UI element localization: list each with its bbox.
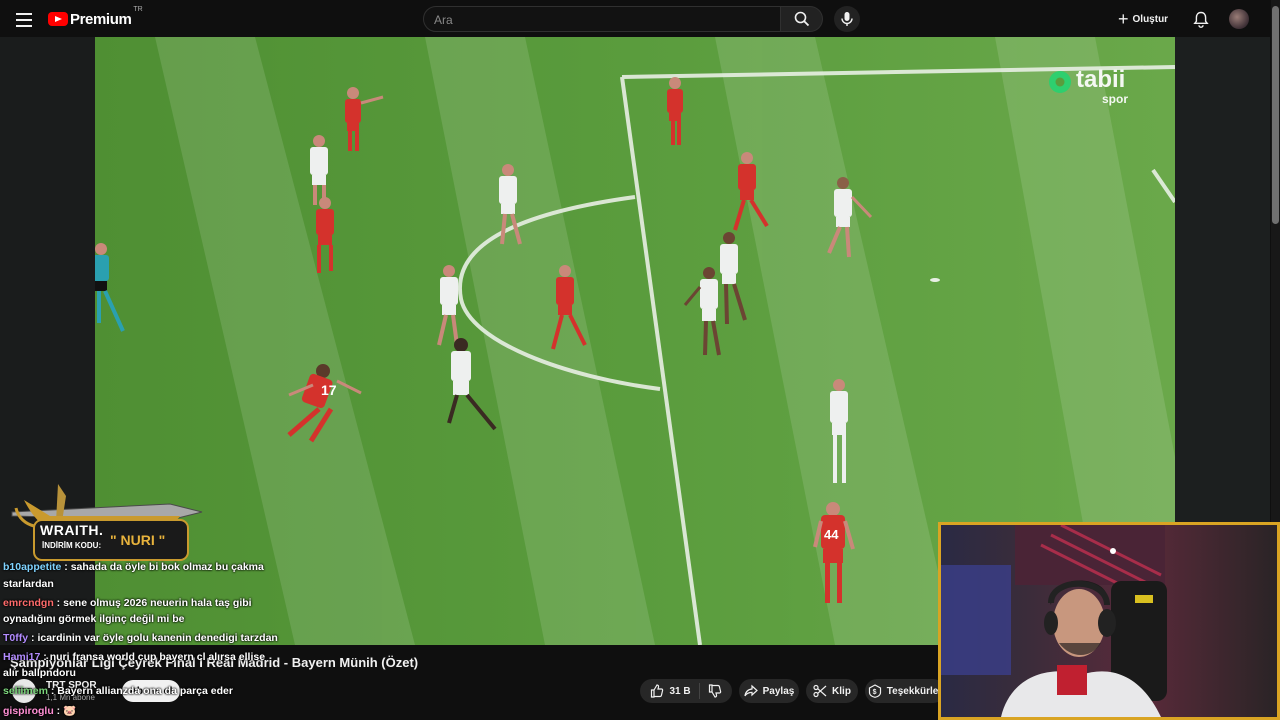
youtube-play-icon <box>48 12 68 26</box>
chat-text: oynadığını görmek ilginç değil mi be <box>3 613 185 625</box>
thumbs-down-icon <box>708 684 721 698</box>
chat-message: b10appetite : sahada da öyle bi bok olma… <box>3 561 264 573</box>
create-label: Oluştur <box>1132 13 1169 25</box>
promo-code: " NURI " <box>110 532 166 548</box>
chat-text: sahada da öyle bi bok olmaz bu çakma <box>70 561 264 573</box>
youtube-premium-logo[interactable]: Premium TR <box>48 6 143 28</box>
share-button[interactable]: Paylaş <box>739 679 799 703</box>
create-button[interactable]: + Oluştur <box>1118 9 1168 29</box>
player-number-44: 44 <box>824 527 839 542</box>
chat-text: alır ballpndoru <box>3 667 76 679</box>
thanks-label: Teşekkürler <box>886 685 943 697</box>
tabii-sub: spor <box>1102 92 1129 106</box>
brand-name: Premium <box>70 10 132 28</box>
chat-username: Hami17 <box>3 651 41 663</box>
notifications-button[interactable] <box>1191 9 1211 29</box>
share-icon <box>744 684 758 697</box>
scissors-icon <box>813 684 827 698</box>
chat-message: gispiroglu : 🐷 <box>3 704 76 717</box>
chat-text: sene olmuş 2026 neuerin hala taş gibi <box>63 597 252 609</box>
like-count: 31 B <box>669 685 691 697</box>
clip-label: Klip <box>832 685 851 697</box>
chat-message-continued: alır ballpndoru <box>3 667 76 679</box>
streamer-image <box>941 525 1277 717</box>
svg-text:$: $ <box>872 689 876 696</box>
chat-message-continued: oynadığını görmek ilginç değil mi be <box>3 613 184 625</box>
chat-message-continued: starlardan <box>3 578 54 590</box>
region-code: TR <box>133 6 143 13</box>
search-icon <box>794 11 809 27</box>
chat-text: nuri fransa world cup bayern cl alırsa e… <box>49 651 266 663</box>
menu-icon[interactable] <box>14 9 34 29</box>
thanks-button[interactable]: $ Teşekkürler <box>865 679 945 703</box>
chat-username: seliimem <box>3 685 48 697</box>
tabii-spor-logo: tabii spor <box>1046 66 1138 108</box>
chat-message: seliimem : Bayern allianzda ona da parça… <box>3 685 233 697</box>
chat-separator: : <box>61 561 71 573</box>
thumbs-up-icon <box>651 684 664 698</box>
search-box[interactable] <box>423 6 781 33</box>
share-label: Paylaş <box>762 685 795 697</box>
chat-username: b10appetite <box>3 561 62 573</box>
chat-username: emrcndgn <box>3 597 54 609</box>
dislike-button[interactable] <box>700 684 722 698</box>
chat-separator: : <box>47 685 58 697</box>
chat-text: 🐷 <box>63 705 77 717</box>
promo-brand: WRAITH. <box>40 522 104 538</box>
voice-search-button[interactable] <box>834 6 860 32</box>
chat-separator: : <box>40 651 50 663</box>
bell-icon <box>1193 11 1209 28</box>
chat-separator: : <box>53 597 64 609</box>
promo-banner: WRAITH. İNDİRİM KODU: " NURI " <box>10 482 204 562</box>
chat-message: T0ffy : icardinin var öyle golu kanenin … <box>3 632 278 644</box>
clip-button[interactable]: Klip <box>806 679 858 703</box>
player-number-17: 17 <box>321 382 337 398</box>
chat-username: T0ffy <box>3 632 29 644</box>
account-avatar[interactable] <box>1229 9 1249 29</box>
plus-icon: + <box>1118 9 1129 29</box>
scrollbar-thumb[interactable] <box>1272 6 1279 224</box>
search-input[interactable] <box>424 7 766 33</box>
super-thanks-icon: $ <box>868 684 881 698</box>
microphone-icon <box>841 12 853 26</box>
chat-message: Hami17 : nuri fransa world cup bayern cl… <box>3 651 265 663</box>
chat-text: starlardan <box>3 578 54 590</box>
chat-username: gispiroglu <box>3 705 54 717</box>
webcam-feed <box>941 525 1277 717</box>
webcam-overlay <box>938 522 1280 720</box>
chat-text: Bayern allianzda ona da parça eder <box>57 685 233 697</box>
search-button[interactable] <box>781 6 823 32</box>
promo-discount-label: İNDİRİM KODU: <box>42 541 102 550</box>
like-dislike-group: 31 B <box>640 679 732 703</box>
tabii-wordmark: tabii <box>1076 66 1126 93</box>
chat-text: icardinin var öyle golu kanenin denedigi… <box>37 632 278 644</box>
like-button[interactable]: 31 B <box>650 683 700 699</box>
chat-message: emrcndgn : sene olmuş 2026 neuerin hala … <box>3 597 252 609</box>
chat-separator: : <box>53 705 64 717</box>
